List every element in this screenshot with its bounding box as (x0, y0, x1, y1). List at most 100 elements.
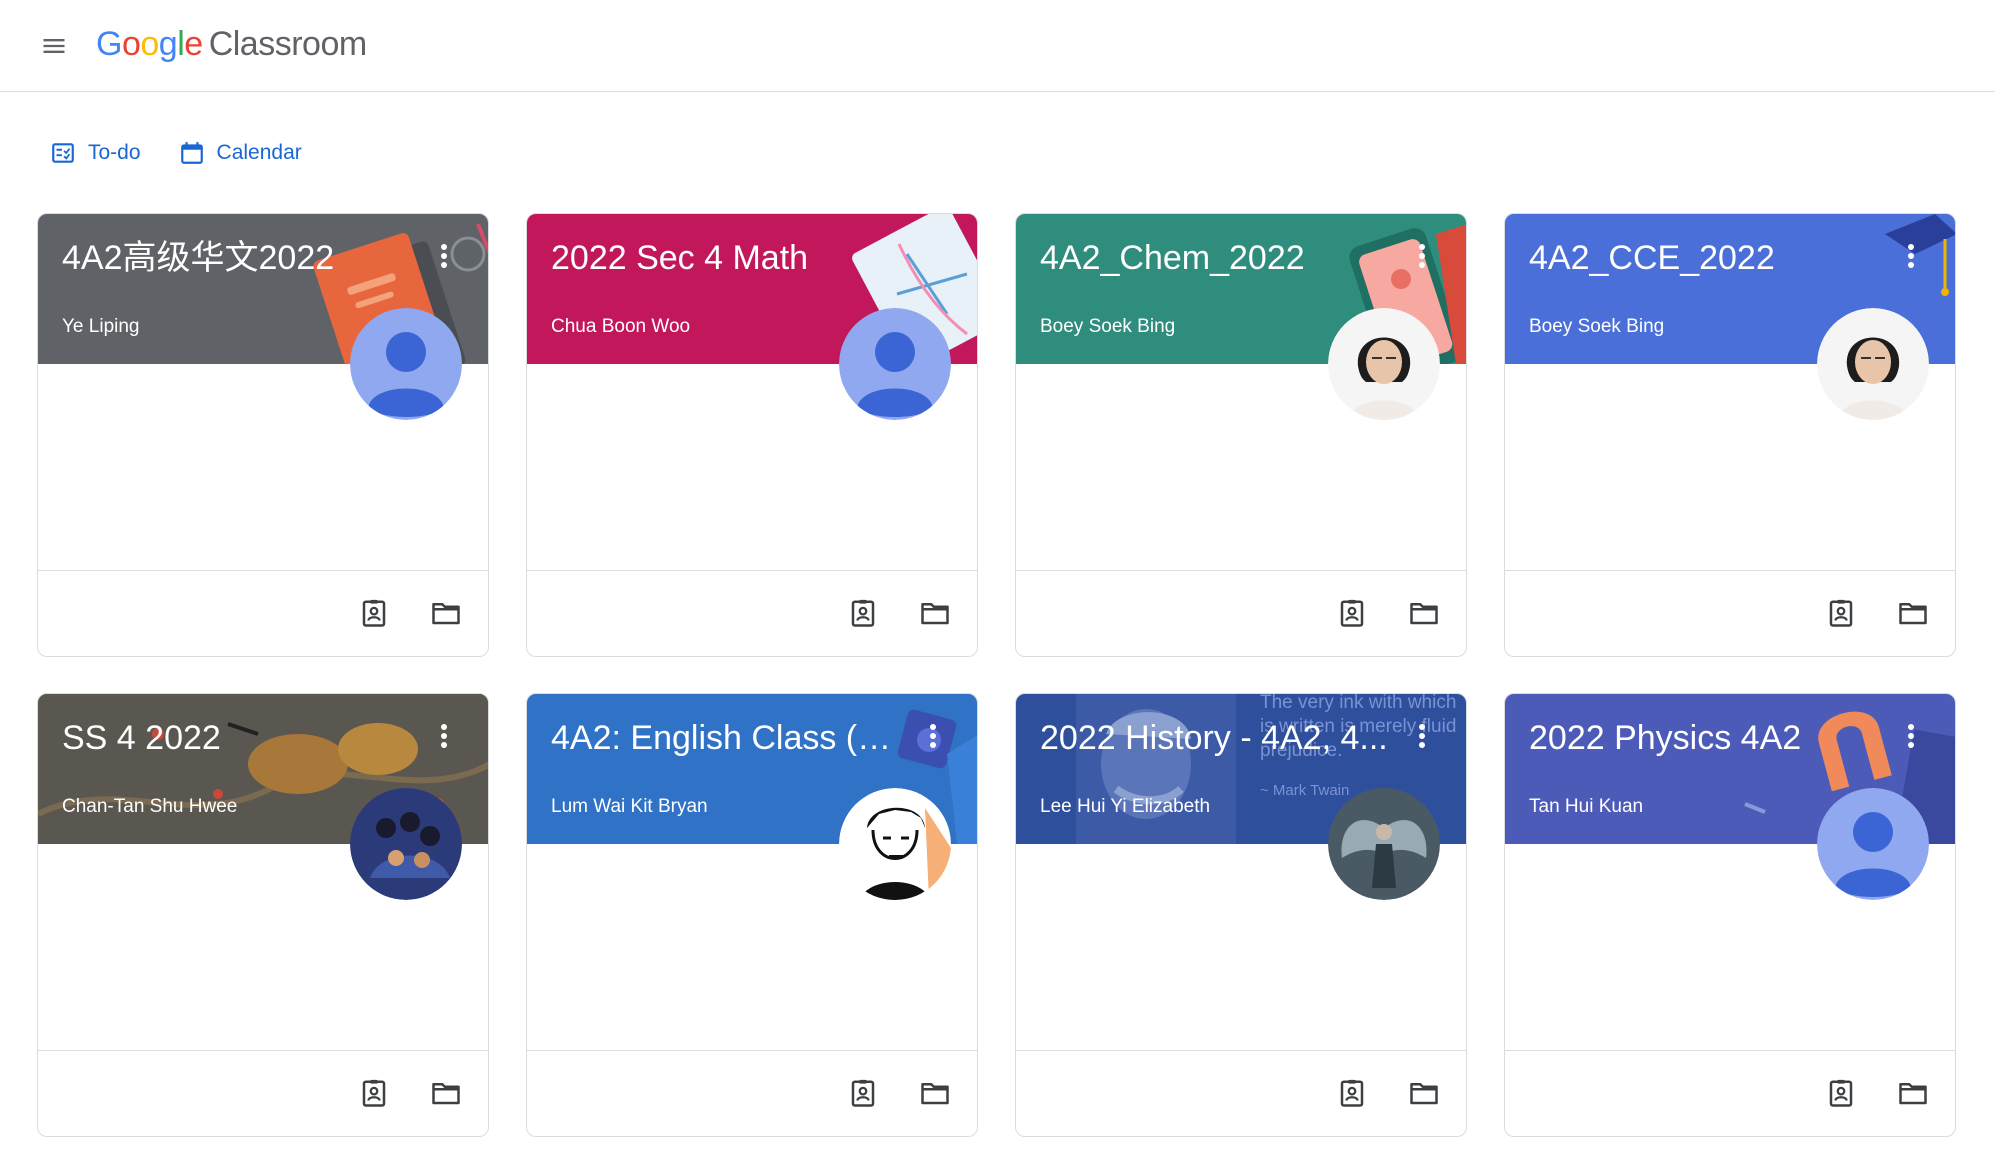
your-work-button[interactable] (839, 1069, 887, 1117)
calendar-link[interactable]: Calendar (165, 128, 316, 178)
class-options-button[interactable] (424, 236, 464, 276)
class-title[interactable]: 4A2_Chem_2022 (1040, 236, 1390, 280)
class-card[interactable]: SS 4 2022 Chan-Tan Shu Hwee (37, 693, 489, 1137)
assignment-ind-icon (1829, 599, 1853, 627)
class-options-button[interactable] (1891, 716, 1931, 756)
folder-icon (1410, 603, 1438, 625)
class-options-button[interactable] (1402, 716, 1442, 756)
class-card[interactable]: 2022 Sec 4 Math Chua Boon Woo (526, 213, 978, 657)
drive-folder-button[interactable] (422, 1069, 470, 1117)
your-work-button[interactable] (1817, 1069, 1865, 1117)
teacher-name: Lee Hui Yi Elizabeth (1040, 796, 1211, 817)
card-footer (1016, 1050, 1466, 1136)
teacher-photo-avatar (1817, 308, 1929, 420)
card-footer (1016, 570, 1466, 656)
class-options-button[interactable] (424, 716, 464, 756)
teacher-name: Ye Liping (62, 316, 140, 337)
your-work-button[interactable] (839, 589, 887, 637)
todo-link[interactable]: To-do (36, 128, 155, 178)
assignment-ind-icon (362, 599, 386, 627)
folder-icon (921, 603, 949, 625)
your-work-button[interactable] (350, 589, 398, 637)
class-title[interactable]: 2022 Sec 4 Math (551, 236, 901, 280)
class-title[interactable]: SS 4 2022 (62, 716, 412, 760)
teacher-name: Lum Wai Kit Bryan (551, 796, 708, 817)
assignment-ind-icon (1829, 1079, 1853, 1107)
calendar-icon (180, 142, 203, 164)
assignment-ind-icon (1340, 1079, 1364, 1107)
card-footer (38, 1050, 488, 1136)
card-footer (1505, 570, 1955, 656)
more-vert-icon (1419, 724, 1425, 748)
todo-checklist-icon (52, 143, 74, 163)
folder-icon (1899, 1083, 1927, 1105)
winged-figure-avatar (1328, 788, 1440, 900)
teacher-photo-avatar (1328, 308, 1440, 420)
more-vert-icon (1908, 724, 1914, 748)
logo-letter-o1: o (121, 24, 141, 63)
drive-folder-button[interactable] (1889, 589, 1937, 637)
teacher-name: Chua Boon Woo (551, 316, 691, 337)
assignment-ind-icon (851, 1079, 875, 1107)
drive-folder-button[interactable] (1889, 1069, 1937, 1117)
quote-line-1: The very ink with which (1260, 694, 1457, 713)
class-options-button[interactable] (1891, 236, 1931, 276)
logo-letter-g2: g (158, 24, 178, 63)
drive-folder-button[interactable] (422, 589, 470, 637)
card-footer (1505, 1050, 1955, 1136)
assignment-ind-icon (1340, 599, 1364, 627)
product-name: Classroom (208, 24, 367, 63)
drive-folder-button[interactable] (1400, 589, 1448, 637)
drive-folder-button[interactable] (911, 589, 959, 637)
class-card[interactable]: 4A2_Chem_2022 Boey Soek Bing (1015, 213, 1467, 657)
logo-letter-o2: o (140, 24, 159, 63)
class-card[interactable]: 2022 Physics 4A2 Tan Hui Kuan (1504, 693, 1956, 1137)
folder-icon (1410, 1083, 1438, 1105)
your-work-button[interactable] (1328, 589, 1376, 637)
class-card[interactable]: 4A2: English Class (2... Lum Wai Kit Bry… (526, 693, 978, 1137)
your-work-button[interactable] (1328, 1069, 1376, 1117)
folder-icon (1899, 603, 1927, 625)
teacher-name: Chan-Tan Shu Hwee (62, 796, 238, 817)
hamburger-menu-icon (43, 39, 65, 53)
assignment-ind-icon (362, 1079, 386, 1107)
sketch-portrait-avatar (839, 788, 951, 900)
teacher-name: Boey Soek Bing (1040, 316, 1176, 337)
logo-letter-l: l (177, 24, 185, 63)
assignment-ind-icon (851, 599, 875, 627)
class-card[interactable]: 4A2_CCE_2022 Boey Soek Bing (1504, 213, 1956, 657)
main-menu-button[interactable] (30, 22, 78, 70)
calendar-label: Calendar (216, 141, 302, 164)
top-app-bar: Google Classroom (0, 0, 1995, 92)
class-title[interactable]: 4A2_CCE_2022 (1529, 236, 1879, 280)
card-footer (527, 1050, 977, 1136)
sub-navigation: To-do Calendar (36, 128, 326, 178)
class-title[interactable]: 4A2高级华文2022 (62, 236, 412, 280)
class-title[interactable]: 2022 History - 4A2, 4... (1040, 716, 1390, 760)
class-options-button[interactable] (913, 716, 953, 756)
your-work-button[interactable] (1817, 589, 1865, 637)
class-title[interactable]: 2022 Physics 4A2 (1529, 716, 1879, 760)
more-vert-icon (1419, 244, 1425, 268)
todo-label: To-do (88, 141, 141, 164)
card-footer (527, 570, 977, 656)
class-card[interactable]: The very ink with which is written is me… (1015, 693, 1467, 1137)
quote-author: ~ Mark Twain (1260, 782, 1350, 799)
drive-folder-button[interactable] (911, 1069, 959, 1117)
class-title[interactable]: 4A2: English Class (2... (551, 716, 901, 760)
google-classroom-logo[interactable]: Google Classroom (96, 20, 367, 68)
more-vert-icon (441, 244, 447, 268)
default-avatar (839, 308, 951, 420)
folder-icon (432, 603, 460, 625)
class-options-button[interactable] (1402, 236, 1442, 276)
your-work-button[interactable] (350, 1069, 398, 1117)
more-vert-icon (441, 724, 447, 748)
more-vert-icon (1908, 244, 1914, 268)
class-card[interactable]: 4A2高级华文2022 Ye Liping (37, 213, 489, 657)
folder-icon (432, 1083, 460, 1105)
card-footer (38, 570, 488, 656)
teacher-name: Tan Hui Kuan (1529, 796, 1644, 817)
drive-folder-button[interactable] (1400, 1069, 1448, 1117)
logo-letter-e: e (184, 24, 203, 63)
folder-icon (921, 1083, 949, 1105)
